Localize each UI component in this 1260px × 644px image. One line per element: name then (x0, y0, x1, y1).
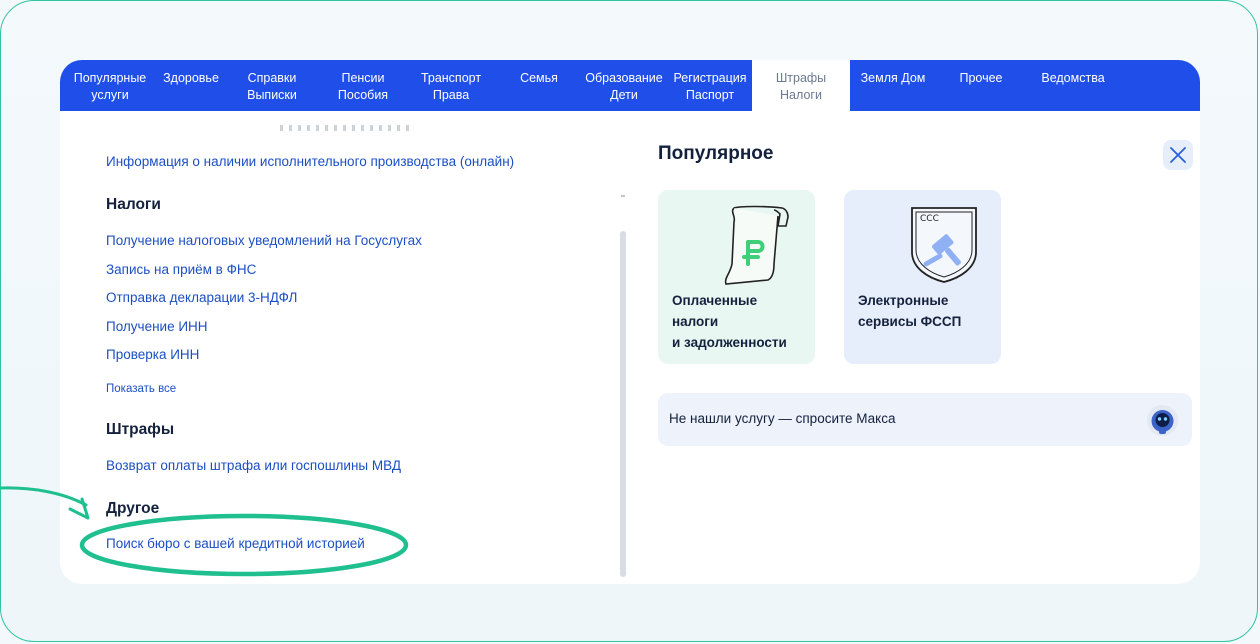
tab-education[interactable]: Образование Дети (580, 60, 668, 111)
link-mvd-refund[interactable]: Возврат оплаты штрафа или госпошлины МВД (106, 458, 401, 473)
services-list: Информация о наличии исполнительного про… (60, 111, 636, 584)
catalog-dropdown: Популярные услуги Здоровье Справки Выпис… (60, 60, 1200, 584)
show-all-link[interactable]: Показать все (106, 383, 176, 395)
max-robot-avatar (1147, 405, 1178, 436)
tab-transport[interactable]: Транспорт Права (404, 60, 498, 111)
card-paid-taxes[interactable]: Оплаченные налоги и задолженности (658, 190, 815, 364)
link-credit-bureau-search[interactable]: Поиск бюро с вашей кредитной историей (106, 536, 365, 551)
tab-popular[interactable]: Популярные услуги (60, 60, 160, 111)
tab-land-house[interactable]: Земля Дом (850, 60, 936, 111)
ask-max-text: Не нашли услугу — спросите Макса (669, 411, 896, 426)
fssp-shield-gavel-icon: ϹϹϹ (911, 207, 977, 283)
category-nav: Популярные услуги Здоровье Справки Выпис… (60, 60, 1200, 111)
clipped-text (280, 125, 410, 131)
link-tax-notifications[interactable]: Получение налоговых уведомлений на Госус… (106, 233, 422, 248)
tab-agencies[interactable]: Ведомства (1026, 60, 1120, 111)
link-3ndfl-declaration[interactable]: Отправка декларации 3-НДФЛ (106, 290, 297, 305)
card-fssp-services-label: Электронные сервисы ФССП (858, 293, 962, 329)
link-fns-appointment[interactable]: Запись на приём в ФНС (106, 262, 256, 277)
popular-title: Популярное (658, 143, 774, 164)
tab-family[interactable]: Семья (498, 60, 580, 111)
tab-other[interactable]: Прочее (936, 60, 1026, 111)
robot-icon (1151, 410, 1174, 434)
card-fssp-services[interactable]: ϹϹϹ Электронные сервисы ФССП (844, 190, 1001, 364)
section-title-other: Другое (106, 500, 160, 517)
close-icon (1170, 147, 1186, 163)
link-enforcement-info[interactable]: Информация о наличии исполнительного про… (106, 154, 514, 169)
tab-certificates[interactable]: Справки Выписки (222, 60, 322, 111)
tab-registration[interactable]: Регистрация Паспорт (668, 60, 752, 111)
receipt-ruble-icon (724, 205, 789, 285)
close-button[interactable] (1163, 140, 1193, 170)
tab-pensions[interactable]: Пенсии Пособия (322, 60, 404, 111)
tab-health[interactable]: Здоровье (160, 60, 222, 111)
card-paid-taxes-label: Оплаченные налоги и задолженности (672, 293, 787, 350)
scrollbar-thumb[interactable] (620, 231, 626, 577)
svg-text:ϹϹϹ: ϹϹϹ (920, 214, 939, 224)
link-get-inn[interactable]: Получение ИНН (106, 319, 208, 334)
ask-max-banner[interactable]: Не нашли услугу — спросите Макса (658, 393, 1192, 446)
section-title-fines: Штрафы (106, 421, 175, 438)
section-title-taxes: Налоги (106, 196, 161, 213)
link-check-inn[interactable]: Проверка ИНН (106, 347, 199, 362)
scrollbar-up-arrow[interactable] (621, 195, 625, 197)
tab-fines-taxes[interactable]: Штрафы Налоги (752, 60, 850, 111)
popular-panel: Популярное Оплаченные налоги и задолженн… (658, 111, 1200, 584)
